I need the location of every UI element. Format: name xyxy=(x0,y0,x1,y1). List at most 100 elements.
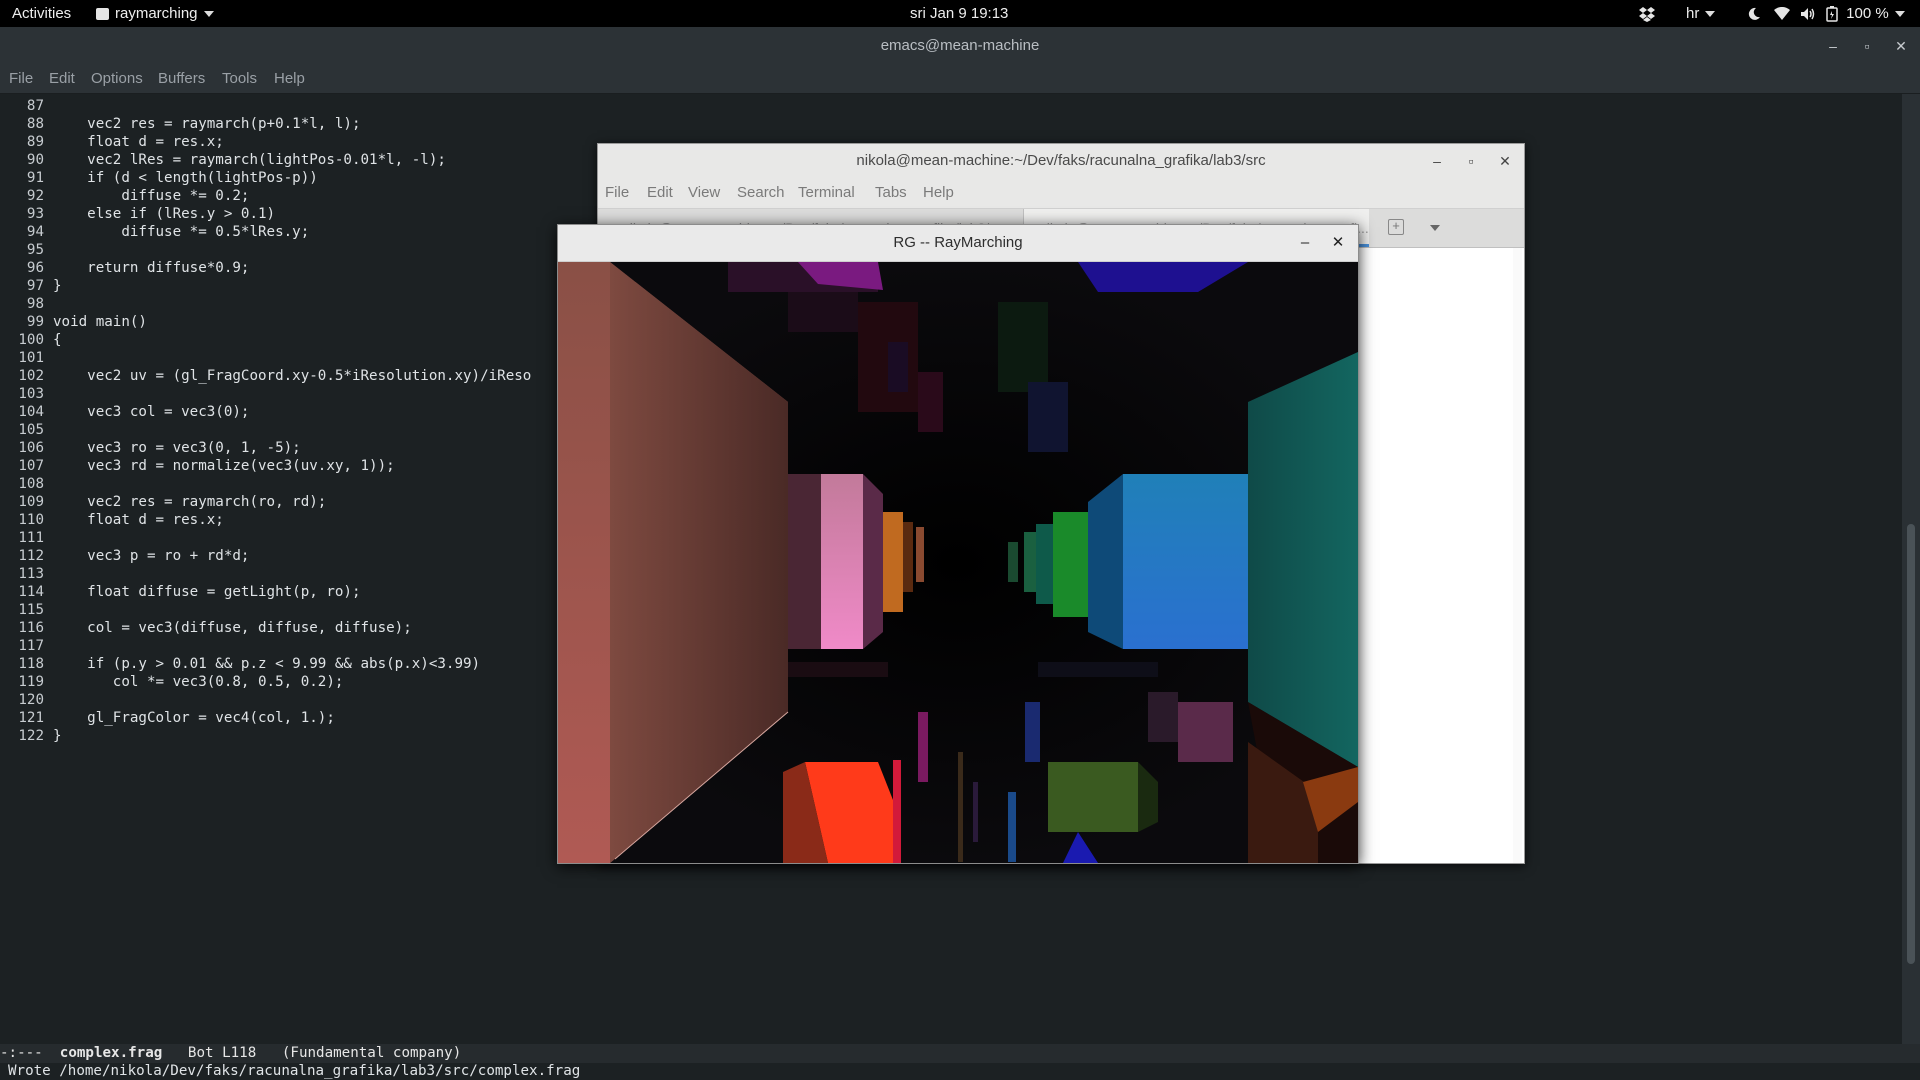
line-number: 105 xyxy=(18,422,44,438)
menu-tools[interactable]: Tools xyxy=(222,65,257,93)
emacs-titlebar[interactable]: emacs@mean-machine – ▫ ✕ xyxy=(0,27,1920,65)
code-line: 92 diffuse *= 0.2; xyxy=(0,187,250,205)
buffer-name: complex.frag xyxy=(59,1045,163,1061)
close-button[interactable]: ✕ xyxy=(1495,144,1515,178)
emacs-menubar: File Edit Options Buffers Tools Help xyxy=(0,65,1920,94)
line-number: 122 xyxy=(18,728,44,744)
code-line: 106 vec3 ro = vec3(0, 1, -5); xyxy=(0,439,300,457)
code-text: vec2 uv = (gl_FragCoord.xy-0.5*iResoluti… xyxy=(53,368,532,384)
code-line: 90 vec2 lRes = raymarch(lightPos-0.01*l,… xyxy=(0,151,446,169)
code-text: else if (lRes.y > 0.1) xyxy=(53,206,276,222)
line-number: 110 xyxy=(18,512,44,528)
code-line: 104 vec3 col = vec3(0); xyxy=(0,403,249,421)
code-text: vec2 res = raymarch(ro, rd); xyxy=(53,494,327,510)
emacs-scrollbar[interactable] xyxy=(1902,94,1920,1064)
code-line: 115 xyxy=(0,601,53,619)
code-line: 113 xyxy=(0,565,53,583)
line-number: 113 xyxy=(18,566,44,582)
code-text: if (p.y > 0.01 && p.z < 9.99 && abs(p.x)… xyxy=(53,656,481,672)
code-line: 102 vec2 uv = (gl_FragCoord.xy-0.5*iReso… xyxy=(0,367,531,385)
code-text: return diffuse*0.9; xyxy=(53,260,250,276)
menu-help[interactable]: Help xyxy=(274,65,305,93)
maximize-button[interactable]: ▫ xyxy=(1856,27,1878,65)
menu-search[interactable]: Search xyxy=(737,178,785,208)
menu-edit[interactable]: Edit xyxy=(647,178,673,208)
code-text: vec2 lRes = raymarch(lightPos-0.01*l, -l… xyxy=(53,152,446,168)
minimize-button[interactable]: – xyxy=(1822,27,1844,65)
minibuffer[interactable]: Wrote /home/nikola/Dev/faks/racunalna_gr… xyxy=(0,1063,1920,1080)
minimize-button[interactable]: – xyxy=(1427,144,1447,178)
dropbox-icon[interactable] xyxy=(1638,0,1656,27)
maximize-button[interactable]: ▫ xyxy=(1461,144,1481,178)
chevron-down-icon[interactable] xyxy=(1430,225,1440,231)
menu-options[interactable]: Options xyxy=(91,65,143,93)
line-number: 107 xyxy=(18,458,44,474)
line-number: 120 xyxy=(18,692,44,708)
battery-status[interactable]: 100 % xyxy=(1826,0,1905,27)
code-line: 119 col *= vec3(0.8, 0.5, 0.2); xyxy=(0,673,343,691)
code-text: vec3 rd = normalize(vec3(uv.xy, 1)); xyxy=(53,458,395,474)
menu-tabs[interactable]: Tabs xyxy=(875,178,907,208)
code-text: vec3 col = vec3(0); xyxy=(53,404,250,420)
terminal-titlebar[interactable]: nikola@mean-machine:~/Dev/faks/racunalna… xyxy=(598,144,1524,178)
raymarching-window-title: RG -- RayMarching xyxy=(893,234,1023,251)
line-number: 106 xyxy=(18,440,44,456)
line-number: 117 xyxy=(18,638,44,654)
line-number: 111 xyxy=(18,530,44,546)
app-menu[interactable]: raymarching xyxy=(96,0,214,27)
activities-button[interactable]: Activities xyxy=(12,0,71,27)
chevron-down-icon xyxy=(1894,11,1905,18)
code-line: 100 { xyxy=(0,331,61,349)
code-line: 105 xyxy=(0,421,53,439)
menu-view[interactable]: View xyxy=(688,178,720,208)
close-button[interactable]: ✕ xyxy=(1890,27,1912,65)
code-line: 122} xyxy=(0,727,61,745)
menu-help[interactable]: Help xyxy=(923,178,954,208)
keyboard-layout-label: hr xyxy=(1686,5,1700,22)
code-line: 98 xyxy=(0,295,53,313)
app-icon xyxy=(96,8,109,21)
code-line: 96 return diffuse*0.9; xyxy=(0,259,250,277)
code-line: 110 float d = res.x; xyxy=(0,511,223,529)
code-text: } xyxy=(53,278,62,294)
chevron-down-icon xyxy=(203,11,214,18)
menu-file[interactable]: File xyxy=(9,65,33,93)
code-line: 88 vec2 res = raymarch(p+0.1*l, l); xyxy=(0,115,361,133)
code-text: col = vec3(diffuse, diffuse, diffuse); xyxy=(53,620,412,636)
new-tab-icon[interactable]: + xyxy=(1388,219,1404,235)
code-text: void main() xyxy=(53,314,147,330)
code-line: 93 else if (lRes.y > 0.1) xyxy=(0,205,275,223)
emacs-window-title: emacs@mean-machine xyxy=(880,37,1040,54)
app-menu-label: raymarching xyxy=(115,5,198,22)
close-button[interactable]: ✕ xyxy=(1328,225,1348,261)
minimize-button[interactable]: – xyxy=(1295,225,1315,261)
menu-edit[interactable]: Edit xyxy=(49,65,75,93)
keyboard-layout[interactable]: hr xyxy=(1686,0,1716,27)
code-line: 95 xyxy=(0,241,53,259)
code-line: 107 vec3 rd = normalize(vec3(uv.xy, 1)); xyxy=(0,457,395,475)
line-number: 99 xyxy=(26,314,44,330)
code-line: 87 xyxy=(0,97,53,115)
line-number: 115 xyxy=(18,602,44,618)
line-number: 101 xyxy=(18,350,44,366)
line-number: 88 xyxy=(26,116,44,132)
line-number: 95 xyxy=(26,242,44,258)
menu-file[interactable]: File xyxy=(605,178,629,208)
raymarching-render[interactable] xyxy=(558,262,1358,863)
code-line: 114 float diffuse = getLight(p, ro); xyxy=(0,583,361,601)
terminal-scrollbar[interactable] xyxy=(1513,248,1522,863)
line-number: 89 xyxy=(26,134,44,150)
wifi-icon[interactable] xyxy=(1774,0,1790,27)
line-number: 121 xyxy=(18,710,44,726)
code-text: if (d < length(lightPos-p)) xyxy=(53,170,318,186)
line-number: 96 xyxy=(26,260,44,276)
menu-buffers[interactable]: Buffers xyxy=(158,65,205,93)
menu-terminal[interactable]: Terminal xyxy=(798,178,855,208)
raymarching-titlebar[interactable]: RG -- RayMarching – ✕ xyxy=(558,225,1358,262)
code-text: float diffuse = getLight(p, ro); xyxy=(53,584,361,600)
code-line: 112 vec3 p = ro + rd*d; xyxy=(0,547,249,565)
volume-icon[interactable] xyxy=(1800,0,1816,27)
clock[interactable]: sri Jan 9 19:13 xyxy=(910,0,1008,27)
raymarching-window: RG -- RayMarching – ✕ xyxy=(557,224,1359,864)
scrollbar-thumb[interactable] xyxy=(1907,524,1915,964)
